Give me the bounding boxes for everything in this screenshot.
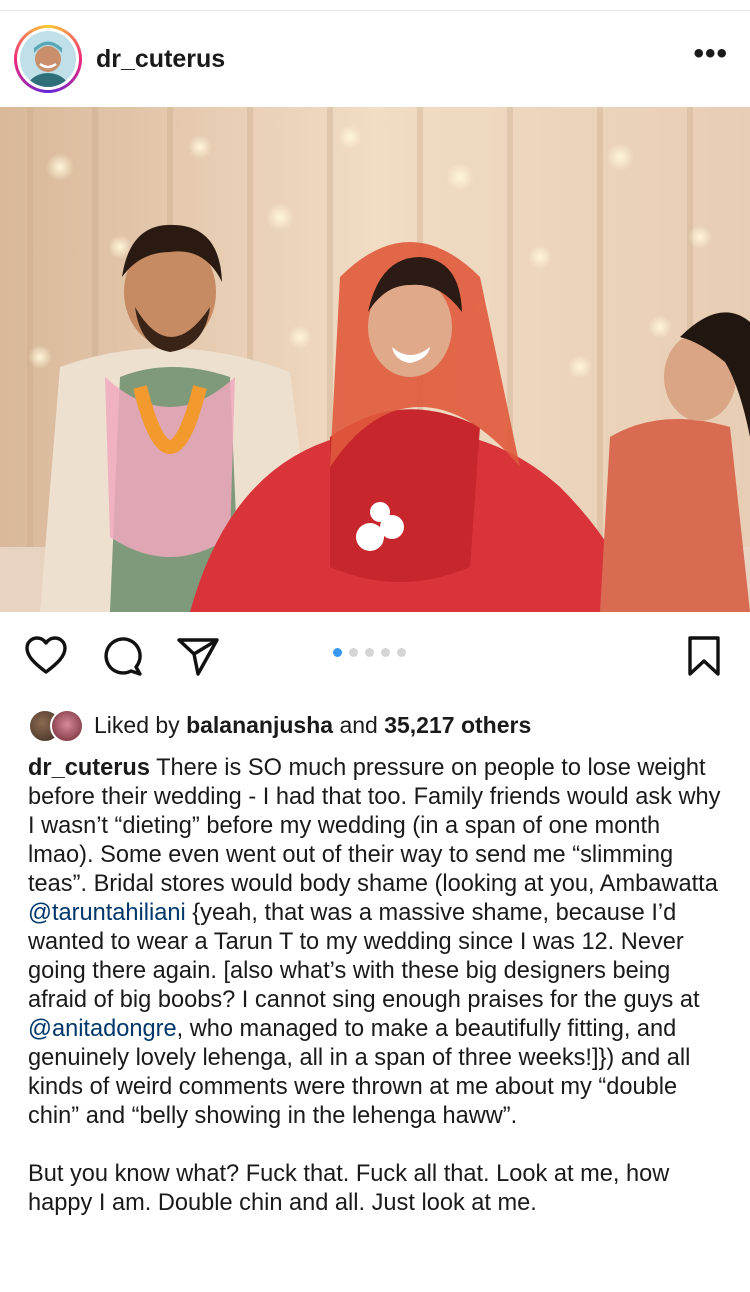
likes-count[interactable]: 35,217 others [384,712,531,739]
carousel-dot [381,648,390,657]
avatar-story-ring[interactable] [14,25,82,93]
post-photo[interactable] [0,107,750,612]
likes-prefix: Liked by [94,711,180,738]
post-username[interactable]: dr_cuterus [96,45,693,74]
carousel-dot [349,648,358,657]
send-icon[interactable] [176,634,220,678]
likes-row: Liked by balananjusha and 35,217 others [0,696,750,754]
liker-username[interactable]: balananjusha [186,712,333,739]
carousel-dot [397,648,406,657]
mention-link[interactable]: @taruntahiliani [28,900,186,926]
post-actions-bar [0,612,750,700]
avatar [20,31,76,87]
carousel-dot [365,648,374,657]
post-caption: dr_cuterus There is SO much pressure on … [0,754,750,1218]
top-divider [0,0,750,11]
comment-icon[interactable] [100,634,144,678]
bookmark-icon[interactable] [682,634,726,678]
wedding-photo-illustration [0,107,750,612]
mention-link[interactable]: @anitadongre [28,1016,177,1042]
carousel-dot [333,648,342,657]
post-header: dr_cuterus ••• [0,11,750,107]
heart-icon[interactable] [24,634,68,678]
liker-avatar [50,709,84,743]
likes-joiner: and [339,711,378,738]
caption-paragraph: But you know what? Fuck that. Fuck all t… [28,1161,670,1216]
caption-username[interactable]: dr_cuterus [28,755,150,781]
liker-avatars[interactable] [28,709,84,743]
carousel-indicator [333,648,406,657]
more-horizontal-icon[interactable]: ••• [693,39,728,69]
caption-paragraph: dr_cuterus There is SO much pressure on … [28,754,722,1131]
